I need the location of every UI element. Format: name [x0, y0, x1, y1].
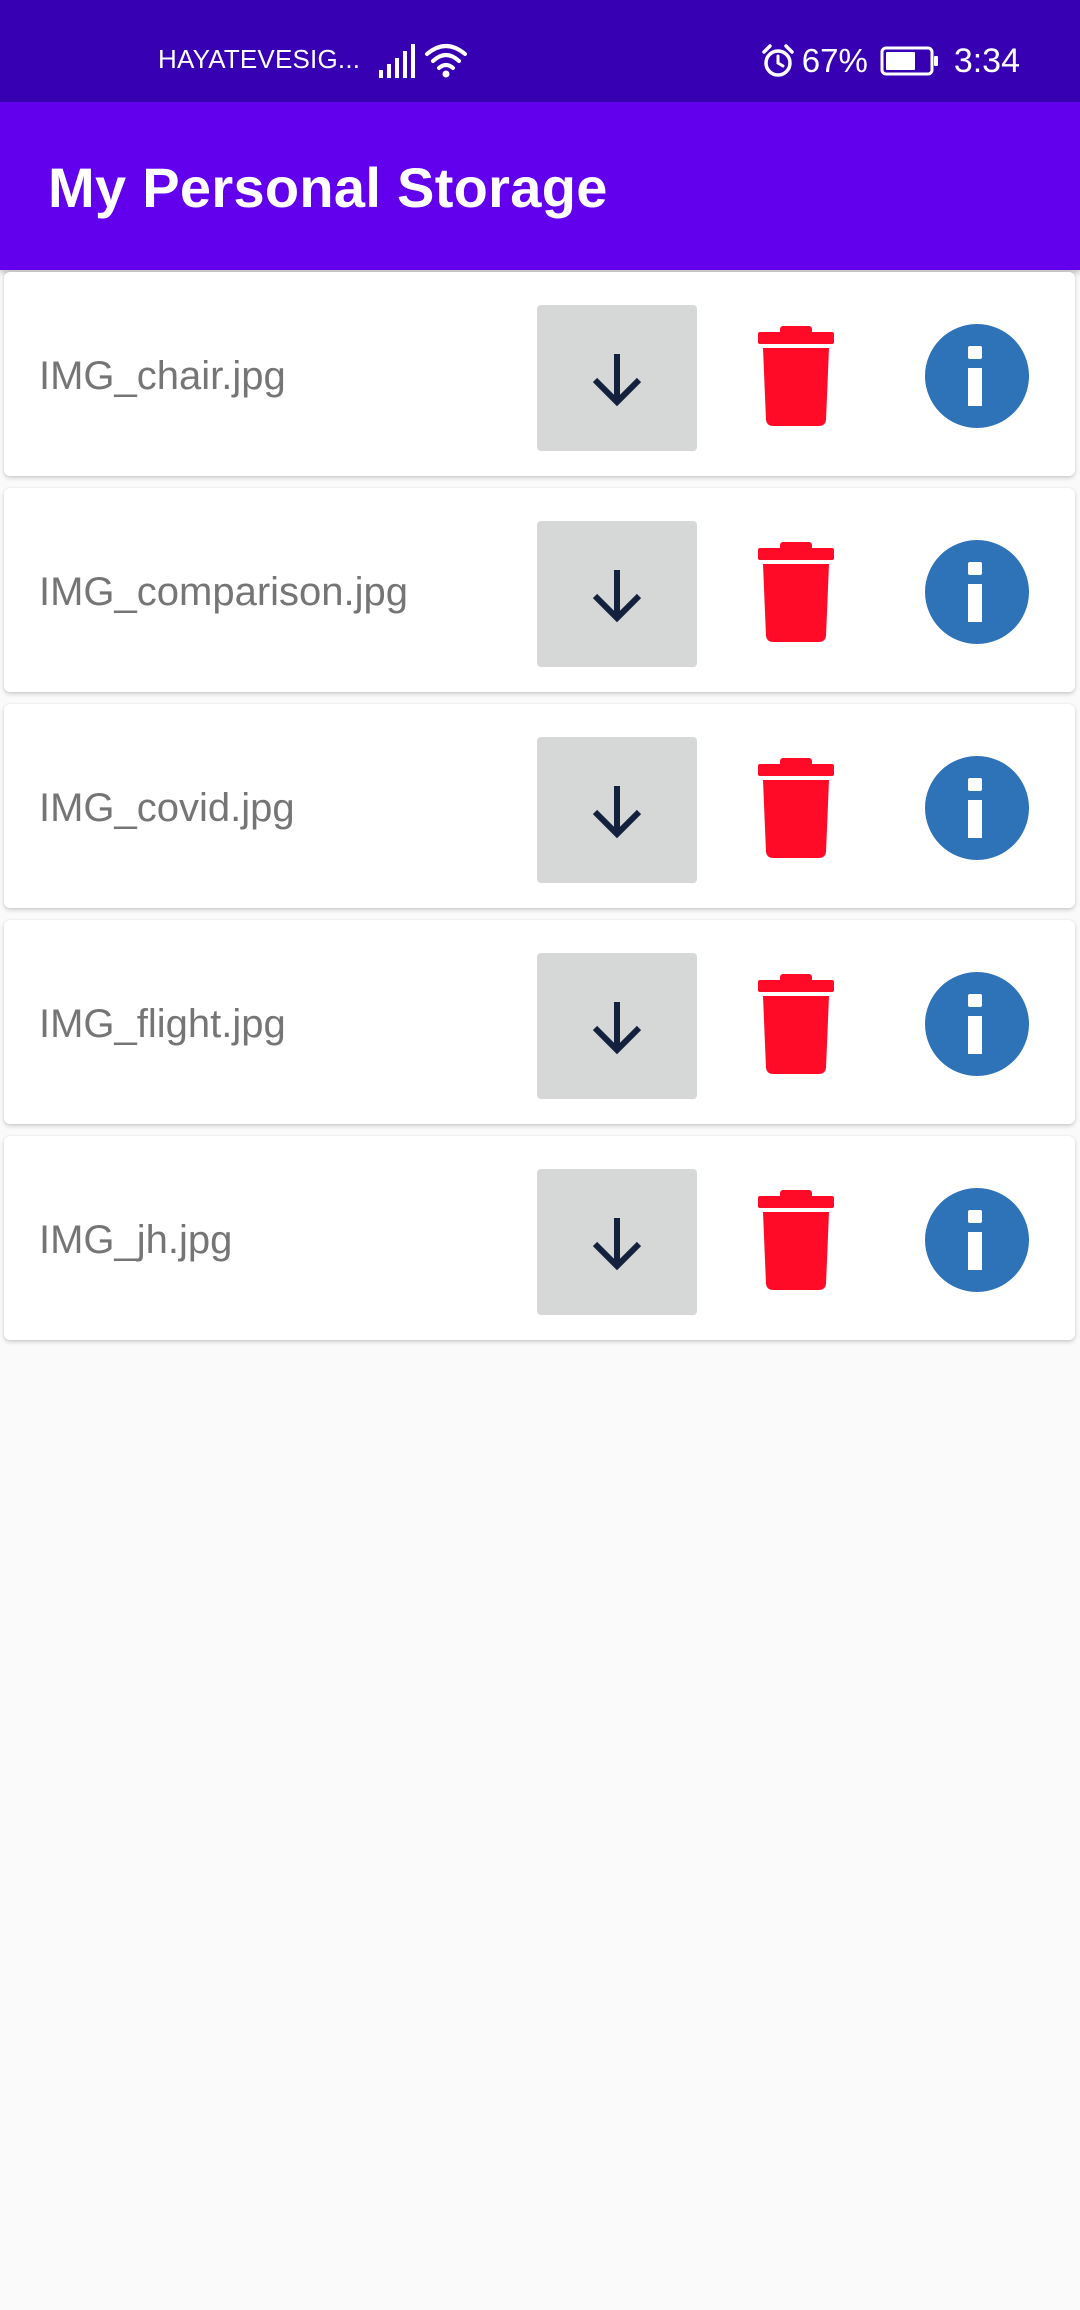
file-name: IMG_chair.jpg	[39, 354, 286, 398]
info-button[interactable]	[925, 324, 1029, 428]
trash-icon[interactable]	[756, 540, 836, 644]
trash-icon[interactable]	[756, 1188, 836, 1292]
download-button[interactable]	[537, 305, 697, 451]
trash-icon[interactable]	[756, 972, 836, 1076]
arrow-down-icon	[592, 570, 642, 623]
arrow-down-icon	[592, 786, 642, 839]
trash-icon[interactable]	[756, 756, 836, 860]
info-button[interactable]	[925, 540, 1029, 644]
info-icon	[968, 1210, 982, 1270]
file-name: IMG_covid.jpg	[39, 786, 295, 830]
page-title: My Personal Storage	[48, 156, 608, 219]
file-name: IMG_comparison.jpg	[39, 570, 409, 614]
battery-percentage: 67%	[801, 42, 868, 79]
app-bar: My Personal Storage	[0, 102, 1080, 270]
trash-icon[interactable]	[756, 324, 836, 428]
download-button[interactable]	[537, 953, 697, 1099]
info-icon	[968, 346, 982, 406]
download-button[interactable]	[537, 737, 697, 883]
alarm-icon	[762, 44, 794, 77]
file-card: IMG_flight.jpg	[4, 920, 1075, 1124]
file-name: IMG_flight.jpg	[39, 1002, 286, 1046]
status-clock: 3:34	[953, 42, 1020, 80]
info-button[interactable]	[925, 756, 1029, 860]
info-icon	[968, 994, 982, 1054]
file-name: IMG_jh.jpg	[39, 1218, 233, 1262]
download-button[interactable]	[537, 521, 697, 667]
arrow-down-icon	[592, 1218, 642, 1271]
file-card: IMG_jh.jpg	[4, 1136, 1075, 1340]
download-button[interactable]	[537, 1169, 697, 1315]
info-button[interactable]	[925, 1188, 1029, 1292]
battery-icon	[880, 46, 938, 76]
info-icon	[968, 778, 982, 838]
status-right-group: 67% 3:34	[760, 36, 1020, 86]
info-button[interactable]	[925, 972, 1029, 1076]
signal-icon	[379, 44, 415, 78]
arrow-down-icon	[592, 1002, 642, 1055]
file-card: IMG_chair.jpg	[4, 272, 1075, 476]
file-card: IMG_comparison.jpg	[4, 488, 1075, 692]
file-card: IMG_covid.jpg	[4, 704, 1075, 908]
carrier-name: HAYATEVESIG...	[158, 44, 361, 74]
status-bar: HAYATEVESIG... 67% 3:34	[0, 0, 1080, 102]
wifi-icon	[425, 44, 467, 78]
info-icon	[968, 562, 982, 622]
arrow-down-icon	[592, 354, 642, 407]
